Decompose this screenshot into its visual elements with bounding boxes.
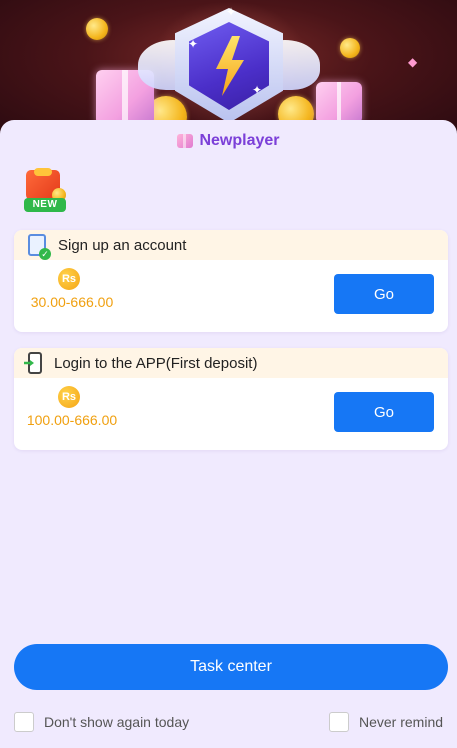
never-remind-checkbox[interactable] [329, 712, 349, 732]
rupee-coin-icon: Rs [58, 386, 80, 408]
go-button-signup[interactable]: Go [334, 274, 434, 314]
reward-amount: 30.00-666.00 [30, 294, 114, 310]
gift-icon [316, 82, 362, 124]
dont-show-label: Don't show again today [44, 714, 190, 730]
task-card-header: Sign up an account [14, 230, 448, 260]
rupee-coin-icon: Rs [58, 268, 80, 290]
panel-header: Newplayer [0, 130, 457, 152]
never-remind-label: Never remind [359, 714, 444, 730]
coin-icon [86, 18, 108, 40]
task-title: Login to the APP(First deposit) [54, 354, 258, 372]
task-card-signup: Sign up an account Rs 30.00-666.00 Go [14, 230, 448, 332]
task-card-login: Login to the APP(First deposit) Rs 100.0… [14, 348, 448, 450]
go-button-login[interactable]: Go [334, 392, 434, 432]
dont-show-checkbox[interactable] [14, 712, 34, 732]
task-card-header: Login to the APP(First deposit) [14, 348, 448, 378]
task-center-button[interactable]: Task center [14, 644, 448, 690]
phone-login-icon [28, 352, 42, 374]
hero-banner: ✦ ✦ ✦ ◆ [0, 0, 457, 140]
gift-icon [177, 134, 194, 148]
dont-show-today-option[interactable]: Don't show again today [14, 712, 189, 732]
task-check-icon [28, 234, 51, 260]
reward-amount: 100.00-666.00 [26, 412, 118, 428]
new-gift-badge: NEW [22, 168, 70, 216]
task-title: Sign up an account [58, 236, 187, 254]
never-remind-option[interactable]: Never remind [329, 712, 443, 732]
panel-title: Newplayer [199, 132, 280, 149]
new-badge-label: NEW [24, 198, 66, 212]
coin-icon [340, 38, 360, 58]
